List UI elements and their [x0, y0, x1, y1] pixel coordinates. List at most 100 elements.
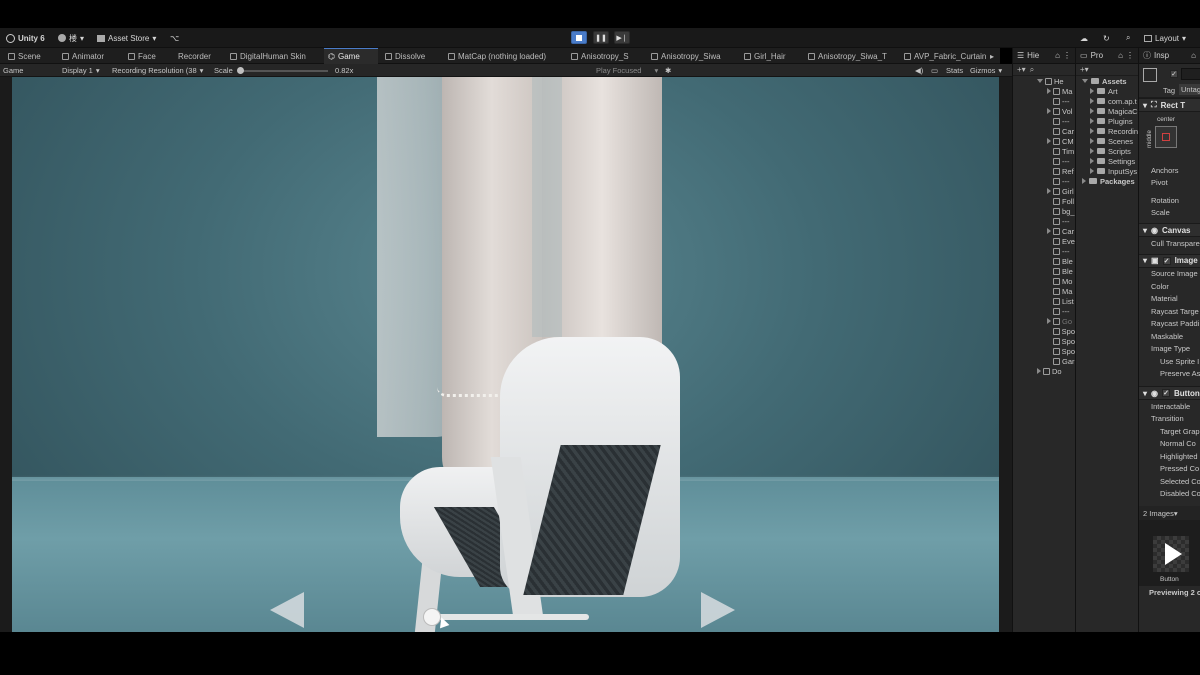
button-enabled-checkbox[interactable]: ✓	[1162, 389, 1170, 397]
layout-dropdown[interactable]: Layout ▾	[1144, 31, 1186, 45]
foldout-arrow-icon[interactable]	[1047, 88, 1051, 94]
foldout-arrow-icon[interactable]	[1090, 148, 1094, 154]
previous-arrow-button[interactable]	[270, 592, 304, 628]
foldout-arrow-icon[interactable]	[1047, 108, 1051, 114]
hierarchy-item[interactable]: Car	[1013, 126, 1075, 136]
inspector-tab[interactable]: ⓘ Insp ⌂	[1139, 48, 1200, 64]
tab-anisotropy-siwa[interactable]: Anisotropy_Siwa	[647, 48, 725, 64]
play-focused-dropdown[interactable]: Play Focused ▾	[596, 65, 658, 76]
hierarchy-tab[interactable]: ☰ Hie ⌂ ⋮	[1013, 48, 1075, 64]
lock-icon[interactable]: ⌂	[1118, 51, 1123, 60]
tab-anisotropy-siwa-t[interactable]: Anisotropy_Siwa_T	[804, 48, 891, 64]
hierarchy-item[interactable]: ---	[1013, 156, 1075, 166]
game-view-render[interactable]	[12, 77, 999, 632]
hierarchy-item[interactable]: Mo	[1013, 276, 1075, 286]
hierarchy-item[interactable]: He	[1013, 76, 1075, 86]
images-count-dropdown[interactable]: 2 Images ▾	[1139, 506, 1200, 520]
project-folder-item[interactable]: Art	[1076, 86, 1138, 96]
hierarchy-item[interactable]: Ref	[1013, 166, 1075, 176]
tab-anisotropy-s[interactable]: Anisotropy_S	[567, 48, 633, 64]
asset-store-button[interactable]: Asset Store ▾	[97, 31, 156, 45]
hierarchy-item[interactable]: Foll	[1013, 196, 1075, 206]
foldout-arrow-icon[interactable]	[1037, 79, 1043, 83]
image-enabled-checkbox[interactable]: ✓	[1162, 256, 1171, 265]
menu-icon[interactable]: ⋮	[1063, 51, 1071, 60]
project-folder-item[interactable]: Scenes	[1076, 136, 1138, 146]
step-button[interactable]: ▶❘	[614, 31, 630, 44]
pause-button[interactable]: ❚❚	[593, 31, 609, 44]
tabs-overflow-button[interactable]: ▸	[986, 48, 998, 64]
tab-animator[interactable]: Animator	[58, 48, 108, 64]
project-folder-item[interactable]: Assets	[1076, 76, 1138, 86]
tab-game[interactable]: ⌬ Game	[324, 48, 378, 64]
ui-slider-track[interactable]	[427, 614, 589, 620]
foldout-arrow-icon[interactable]	[1090, 158, 1094, 164]
project-folder-item[interactable]: Packages	[1076, 176, 1138, 186]
tab-scene[interactable]: Scene	[4, 48, 45, 64]
bug-icon[interactable]: ✱	[665, 65, 671, 76]
anchors-foldout[interactable]: Anchors	[1139, 164, 1200, 177]
project-folder-item[interactable]: Settings	[1076, 156, 1138, 166]
foldout-arrow-icon[interactable]	[1090, 98, 1094, 104]
image-component-header[interactable]: ▾ ▣ ✓ Image	[1139, 253, 1200, 268]
search-icon[interactable]: ⌕	[1030, 65, 1034, 75]
tab-girl-hair[interactable]: Girl_Hair	[740, 48, 790, 64]
canvas-renderer-header[interactable]: ▾ ◉ Canvas	[1139, 223, 1200, 237]
add-icon[interactable]: +▾	[1017, 65, 1026, 74]
tab-matcap[interactable]: MatCap (nothing loaded)	[444, 48, 550, 64]
search-icon[interactable]: ⌕	[1126, 31, 1130, 45]
hierarchy-item[interactable]: CM	[1013, 136, 1075, 146]
foldout-arrow-icon[interactable]	[1090, 138, 1094, 144]
project-folder-item[interactable]: Plugins	[1076, 116, 1138, 126]
active-checkbox[interactable]: ✓	[1170, 70, 1178, 78]
hierarchy-item[interactable]: Ma	[1013, 86, 1075, 96]
hierarchy-item[interactable]: Spo	[1013, 346, 1075, 356]
next-arrow-button[interactable]	[701, 592, 735, 628]
hierarchy-item[interactable]: ---	[1013, 176, 1075, 186]
tab-dissolve[interactable]: Dissolve	[381, 48, 429, 64]
object-name-field[interactable]	[1181, 68, 1200, 80]
project-folder-item[interactable]: com.ap.t	[1076, 96, 1138, 106]
project-folder-item[interactable]: MagicaC	[1076, 106, 1138, 116]
foldout-arrow-icon[interactable]	[1082, 79, 1088, 83]
tab-recorder[interactable]: Recorder	[174, 48, 215, 64]
lock-icon[interactable]: ⌂	[1191, 51, 1196, 60]
resolution-dropdown[interactable]: Recording Resolution (38 ▾	[112, 65, 203, 76]
hierarchy-item[interactable]: Spo	[1013, 336, 1075, 346]
gizmos-button[interactable]: Gizmos ▾	[970, 65, 1002, 76]
hierarchy-item[interactable]: Ma	[1013, 286, 1075, 296]
project-folder-item[interactable]: Recordin	[1076, 126, 1138, 136]
scale-slider-handle[interactable]	[237, 67, 244, 74]
hierarchy-item[interactable]: ---	[1013, 306, 1075, 316]
history-icon[interactable]: ↻	[1103, 31, 1110, 45]
foldout-arrow-icon[interactable]	[1047, 188, 1051, 194]
cloud-icon[interactable]: ☁	[1080, 31, 1088, 45]
hierarchy-item[interactable]: Ble	[1013, 266, 1075, 276]
foldout-arrow-icon[interactable]	[1090, 108, 1094, 114]
lock-icon[interactable]: ⌂	[1055, 51, 1060, 60]
hierarchy-item[interactable]: Car	[1013, 226, 1075, 236]
stats-icon[interactable]: ▭	[931, 65, 938, 76]
hierarchy-item[interactable]: Gar	[1013, 356, 1075, 366]
project-tab[interactable]: ▭ Pro ⌂ ⋮	[1076, 48, 1138, 64]
display-dropdown[interactable]: Display 1 ▾	[62, 65, 100, 76]
tab-face[interactable]: Face	[124, 48, 160, 64]
rect-transform-header[interactable]: ▾ ⛶ Rect T	[1139, 98, 1200, 112]
hierarchy-item[interactable]: Go	[1013, 316, 1075, 326]
tag-dropdown[interactable]: Untag	[1179, 84, 1200, 95]
hierarchy-item[interactable]: Vol	[1013, 106, 1075, 116]
hierarchy-item[interactable]: ---	[1013, 116, 1075, 126]
foldout-arrow-icon[interactable]	[1082, 178, 1086, 184]
account-dropdown[interactable]: 楼 ▾	[58, 31, 84, 45]
tab-digitalhuman-skin[interactable]: DigitalHuman Skin	[226, 48, 310, 64]
add-icon[interactable]: +▾	[1080, 65, 1089, 74]
project-folder-item[interactable]: Scripts	[1076, 146, 1138, 156]
game-mode-dropdown[interactable]: Game	[3, 65, 23, 76]
foldout-arrow-icon[interactable]	[1090, 88, 1094, 94]
unity-logo-button[interactable]: Unity 6	[6, 31, 45, 45]
menu-icon[interactable]: ⋮	[1126, 51, 1134, 60]
hierarchy-item[interactable]: bg_	[1013, 206, 1075, 216]
hierarchy-item[interactable]: Spo	[1013, 326, 1075, 336]
anchor-preset-button[interactable]	[1155, 126, 1177, 148]
foldout-arrow-icon[interactable]	[1047, 318, 1051, 324]
